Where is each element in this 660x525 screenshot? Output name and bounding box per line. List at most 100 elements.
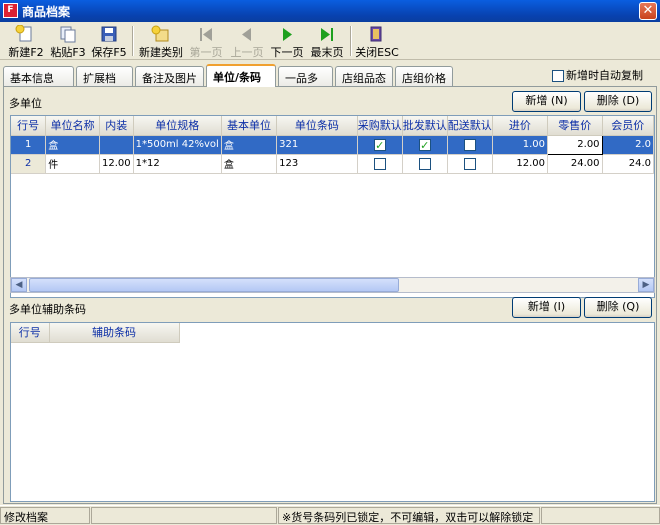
last-page-button[interactable]: 最末页	[307, 25, 347, 59]
col-wholesale-default[interactable]: 批发默认	[402, 116, 448, 136]
title-bar: F 商品档案 ✕	[0, 0, 660, 22]
next-page-button[interactable]: 下一页	[268, 25, 306, 59]
paste-button[interactable]: 粘贴F3	[48, 25, 88, 59]
aux-barcode-table: 行号 辅助条码	[11, 323, 180, 343]
tab-store-status[interactable]: 店组品态	[335, 66, 393, 86]
checkbox-box[interactable]	[552, 70, 564, 82]
purchase-default-cell[interactable]	[357, 154, 403, 174]
scrollbar-thumb[interactable]	[29, 278, 399, 292]
col-unit-barcode[interactable]: 单位条码	[276, 116, 358, 136]
col-aux-row-no[interactable]: 行号	[11, 323, 50, 343]
multi-unit-grid[interactable]: 行号 单位名称 内装 单位规格 基本单位 单位条码 采购默认 批发默认 配送默认…	[10, 115, 655, 298]
unit-name-cell[interactable]: 件	[45, 154, 100, 174]
delivery-default-checkbox[interactable]	[463, 157, 476, 170]
new-button[interactable]: 新建F2	[6, 25, 46, 59]
member-price-cell[interactable]: 2.0	[602, 135, 654, 155]
col-retail-price[interactable]: 零售价	[547, 116, 603, 136]
unit-spec-cell[interactable]: 1*500ml 42%vol	[133, 135, 222, 155]
cost-price-cell[interactable]: 12.00	[492, 154, 548, 174]
new-category-icon	[151, 25, 169, 42]
multi-unit-table: 行号 单位名称 内装 单位规格 基本单位 单位条码 采购默认 批发默认 配送默认…	[11, 116, 654, 174]
last-page-icon	[321, 28, 333, 41]
col-cost-price[interactable]: 进价	[492, 116, 548, 136]
unit-barcode-cell[interactable]: 321	[276, 135, 358, 155]
tab-notes-images[interactable]: 备注及图片	[135, 66, 204, 86]
col-row-no[interactable]: 行号	[11, 116, 47, 136]
horizontal-scrollbar[interactable]: ◀ ▶	[10, 277, 655, 293]
retail-price-cell[interactable]: 24.00	[547, 154, 603, 174]
toolbar: 新建F2 粘贴F3 保存F5 新建类别 第一页 上一页 下一页 最末页 关闭ES…	[0, 22, 660, 60]
delivery-default-cell[interactable]	[447, 154, 493, 174]
prev-page-icon	[242, 28, 251, 41]
tab-extended[interactable]: 扩展档案	[76, 66, 133, 101]
tab-unit-barcode[interactable]: 单位/条码	[206, 64, 276, 87]
wholesale-default-checkbox[interactable]	[418, 157, 431, 170]
exit-door-icon	[370, 26, 382, 42]
table-row[interactable]: 1 盒 1*500ml 42%vol 盒 321 1.00 2.00 2.0	[11, 134, 654, 155]
col-aux-barcode[interactable]: 辅助条码	[49, 323, 180, 343]
col-purchase-default[interactable]: 采购默认	[357, 116, 403, 136]
status-mode: 修改档案	[0, 507, 90, 524]
auto-copy-checkbox[interactable]: 新增时自动复制	[552, 67, 643, 83]
status-message: ※货号条码列已锁定，不可编辑，双击可以解除锁定	[278, 507, 540, 524]
member-price-cell[interactable]: 24.0	[602, 154, 654, 174]
purchase-default-cell[interactable]	[357, 135, 403, 155]
pack-cell[interactable]: 12.00	[99, 154, 134, 174]
close-button[interactable]: 关闭ESC	[354, 25, 400, 59]
base-unit-cell[interactable]: 盒	[221, 135, 278, 155]
purchase-default-checkbox[interactable]	[373, 138, 386, 151]
paste-icon	[60, 26, 76, 43]
unit-barcode-panel: 多单位 新增 (N) 删除 (D) 行号 单位名称 内装 单位规格 基本单位 单…	[3, 86, 657, 504]
next-page-icon	[283, 28, 292, 41]
status-blank	[91, 507, 277, 524]
delivery-default-cell[interactable]	[447, 135, 493, 155]
close-window-button[interactable]: ✕	[639, 2, 657, 20]
purchase-default-checkbox[interactable]	[373, 157, 386, 170]
col-unit-name[interactable]: 单位名称	[45, 116, 100, 136]
wholesale-default-checkbox[interactable]	[418, 138, 431, 151]
toolbar-separator	[350, 26, 352, 56]
cost-price-cell[interactable]: 1.00	[492, 135, 548, 155]
save-button[interactable]: 保存F5	[89, 25, 129, 59]
table-row[interactable]: 2 件 12.00 1*12 盒 123 12.00 24.00 24.0	[11, 154, 654, 174]
status-bar: 修改档案 ※货号条码列已锁定，不可编辑，双击可以解除锁定	[0, 505, 660, 524]
col-delivery-default[interactable]: 配送默认	[447, 116, 493, 136]
col-member-price[interactable]: 会员价	[602, 116, 654, 136]
aux-barcode-grid[interactable]: 行号 辅助条码	[10, 322, 655, 502]
tab-multi-supplier[interactable]: 一品多商	[278, 66, 333, 101]
col-unit-spec[interactable]: 单位规格	[133, 116, 222, 136]
unit-name-cell[interactable]: 盒	[45, 135, 100, 155]
col-pack[interactable]: 内装	[99, 116, 134, 136]
wholesale-default-cell[interactable]	[402, 135, 448, 155]
aux-barcode-title: 多单位辅助条码	[9, 303, 86, 316]
delete-unit-button[interactable]: 删除 (D)	[584, 91, 652, 112]
first-page-button[interactable]: 第一页	[187, 25, 225, 59]
pack-cell[interactable]	[99, 135, 134, 155]
wholesale-default-cell[interactable]	[402, 154, 448, 174]
retail-price-cell-editing[interactable]: 2.00	[546, 134, 603, 155]
new-doc-icon	[15, 25, 32, 42]
tab-basic-info[interactable]: 基本信息F6	[3, 66, 74, 99]
scroll-right-arrow-icon[interactable]: ▶	[638, 278, 654, 292]
scroll-left-arrow-icon[interactable]: ◀	[11, 278, 27, 292]
base-unit-cell[interactable]: 盒	[221, 154, 278, 174]
row-no-cell[interactable]: 2	[11, 154, 47, 174]
prev-page-button[interactable]: 上一页	[227, 25, 267, 59]
status-blank-right	[541, 507, 660, 524]
add-unit-button[interactable]: 新增 (N)	[512, 91, 581, 112]
delivery-default-checkbox[interactable]	[463, 138, 476, 151]
toolbar-separator	[132, 26, 134, 56]
multi-unit-title: 多单位	[9, 97, 42, 110]
first-page-icon	[200, 28, 212, 41]
app-icon: F	[3, 3, 18, 18]
row-no-cell[interactable]: 1	[11, 135, 47, 155]
new-category-button[interactable]: 新建类别	[136, 25, 186, 59]
delete-aux-barcode-button[interactable]: 删除 (Q)	[584, 297, 652, 318]
unit-spec-cell[interactable]: 1*12	[133, 154, 222, 174]
window-title: 商品档案	[22, 5, 71, 19]
unit-barcode-cell[interactable]: 123	[276, 154, 358, 174]
col-base-unit[interactable]: 基本单位	[221, 116, 278, 136]
save-icon	[101, 26, 117, 42]
add-aux-barcode-button[interactable]: 新增 (I)	[512, 297, 581, 318]
tab-store-price[interactable]: 店组价格	[395, 66, 453, 86]
